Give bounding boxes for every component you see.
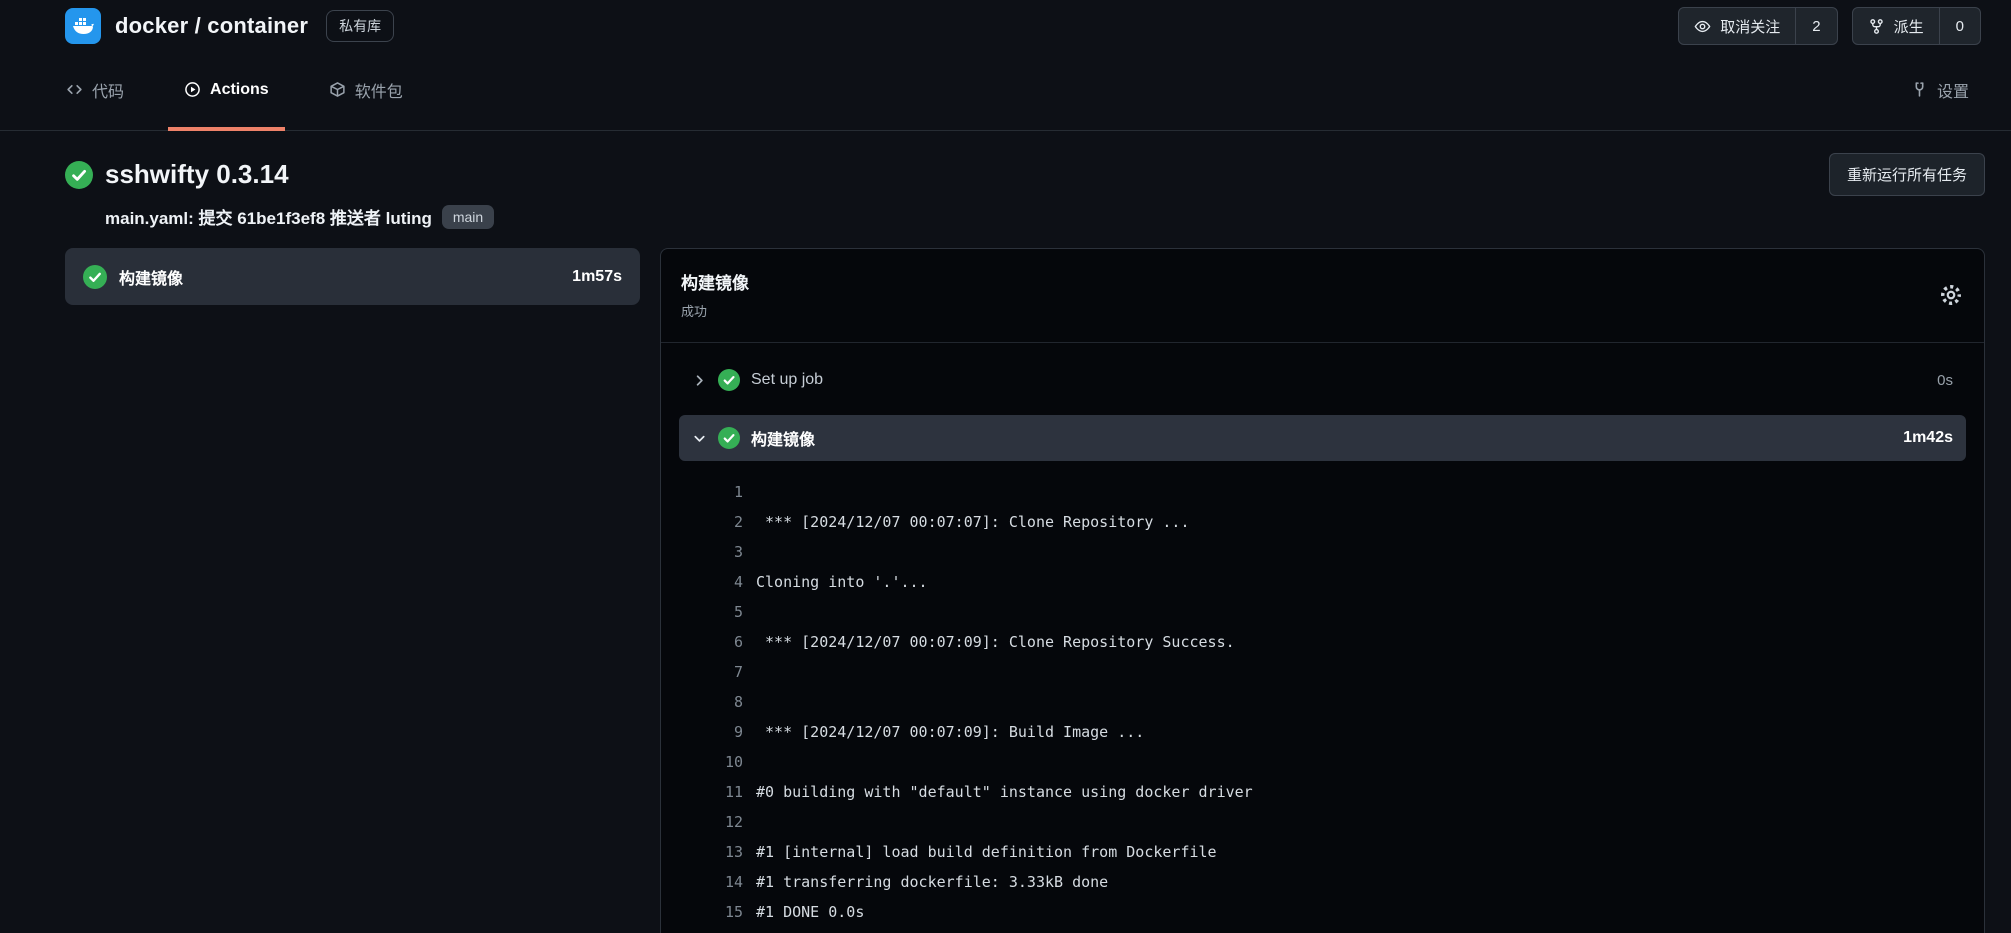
log-line-number: 10 [681,753,743,771]
log-line[interactable]: 15 #1 DONE 0.0s [681,897,1984,927]
fork-button[interactable]: 派生 0 [1852,7,1981,45]
log-line[interactable]: 8 [681,687,1984,717]
log-line-number: 13 [681,843,743,861]
job-success-check-circle-icon [83,265,107,289]
code-brackets-icon [66,81,83,98]
tab-actions-label: Actions [210,81,269,99]
steps-list: Set up job 0s 构建镜像 1m42s [661,343,1984,461]
fork-icon [1868,18,1885,35]
eye-icon [1694,18,1711,35]
log-line-text: Cloning into '.'... [756,573,928,591]
log-line-text: #0 building with "default" instance usin… [756,783,1253,801]
unwatch-button[interactable]: 取消关注 2 [1678,7,1837,45]
log-line[interactable]: 12 [681,807,1984,837]
log-line[interactable]: 2 *** [2024/12/07 00:07:07]: Clone Repos… [681,507,1984,537]
repo-nav-tabs: 代码 Actions 软件包 设置 [0,52,2011,131]
chevron-down-icon[interactable] [692,431,707,446]
log-line-number: 14 [681,873,743,891]
job-log-panel: 构建镜像 成功 [660,248,1985,933]
repo-breadcrumb[interactable]: docker / container [115,13,308,39]
panel-job-title: 构建镜像 [681,269,749,294]
tab-settings[interactable]: 设置 [1895,52,1985,131]
step-success-check-circle-icon [718,427,740,449]
package-cube-icon [329,81,346,98]
log-line[interactable]: 4 Cloning into '.'... [681,567,1984,597]
job-log-panel-header: 构建镜像 成功 [661,249,1984,343]
step-success-check-circle-icon [718,369,740,391]
gear-icon[interactable] [1938,282,1964,308]
log-line[interactable]: 5 [681,597,1984,627]
log-line[interactable]: 3 [681,537,1984,567]
log-line[interactable]: 1 [681,477,1984,507]
log-line[interactable]: 10 [681,747,1984,777]
log-line[interactable]: 9 *** [2024/12/07 00:07:09]: Build Image… [681,717,1984,747]
step-row-build-image[interactable]: 构建镜像 1m42s [679,415,1966,461]
panel-job-status: 成功 [681,301,749,320]
log-line[interactable]: 7 [681,657,1984,687]
docker-whale-icon[interactable] [65,8,101,44]
tab-packages-label: 软件包 [355,78,403,102]
log-line[interactable]: 16 [681,927,1984,933]
job-item-build-image[interactable]: 构建镜像 1m57s [65,248,640,305]
nav-spacer [447,52,1867,130]
step-label: Set up job [751,371,823,389]
tab-settings-label: 设置 [1937,78,1969,102]
log-line-number: 11 [681,783,743,801]
log-line-text: #1 [internal] load build definition from… [756,843,1217,861]
log-line-number: 8 [681,693,743,711]
log-line-text: #1 DONE 0.0s [756,903,864,921]
log-line-text: *** [2024/12/07 00:07:09]: Clone Reposit… [756,633,1235,651]
log-viewer: 1 2 *** [2024/12/07 00:07:07]: Clone Rep… [661,477,1984,933]
tab-packages[interactable]: 软件包 [313,52,419,131]
step-duration: 1m42s [1903,429,1953,447]
step-label: 构建镜像 [751,426,815,450]
jobs-sidebar: 构建镜像 1m57s [65,248,640,305]
log-line-number: 9 [681,723,743,741]
log-line[interactable]: 6 *** [2024/12/07 00:07:09]: Clone Repos… [681,627,1984,657]
log-line[interactable]: 14 #1 transferring dockerfile: 3.33kB do… [681,867,1984,897]
run-title: sshwifty 0.3.14 [105,159,289,190]
log-line-text: *** [2024/12/07 00:07:09]: Build Image .… [756,723,1144,741]
log-line-number: 6 [681,633,743,651]
fork-label: 派生 [1894,16,1924,37]
log-line-number: 7 [681,663,743,681]
wrench-icon [1911,81,1928,98]
log-line-number: 15 [681,903,743,921]
run-content: 构建镜像 1m57s 构建镜像 成功 [0,248,2011,933]
step-duration: 0s [1937,372,1953,389]
log-line-number: 1 [681,483,743,501]
branch-badge[interactable]: main [442,205,494,229]
top-bar: docker / container 私有库 取消关注 2 [0,0,2011,52]
log-line-number: 5 [681,603,743,621]
run-commit-info: main.yaml: 提交 61be1f3ef8 推送者 luting [105,204,432,229]
visibility-badge: 私有库 [326,10,394,42]
log-line-number: 4 [681,573,743,591]
log-line-text: *** [2024/12/07 00:07:07]: Clone Reposit… [756,513,1189,531]
tab-code[interactable]: 代码 [50,52,140,131]
forks-count[interactable]: 0 [1939,8,1980,44]
watchers-count[interactable]: 2 [1795,8,1836,44]
job-duration: 1m57s [572,268,622,286]
tab-code-label: 代码 [92,78,124,102]
log-line-number: 12 [681,813,743,831]
log-line[interactable]: 11 #0 building with "default" instance u… [681,777,1984,807]
chevron-right-icon[interactable] [692,373,707,388]
log-line-number: 3 [681,543,743,561]
run-header: sshwifty 0.3.14 重新运行所有任务 main.yaml: 提交 6… [0,131,2011,248]
unwatch-label: 取消关注 [1720,16,1780,37]
play-circle-icon [184,81,201,98]
log-line-number: 2 [681,513,743,531]
run-success-check-circle-icon [65,161,93,189]
log-line-text: #1 transferring dockerfile: 3.33kB done [756,873,1108,891]
tab-actions[interactable]: Actions [168,52,285,131]
job-name: 构建镜像 [119,265,183,289]
step-row-set-up-job[interactable]: Set up job 0s [679,357,1966,403]
rerun-all-jobs-button[interactable]: 重新运行所有任务 [1829,153,1985,196]
log-line[interactable]: 13 #1 [internal] load build definition f… [681,837,1984,867]
